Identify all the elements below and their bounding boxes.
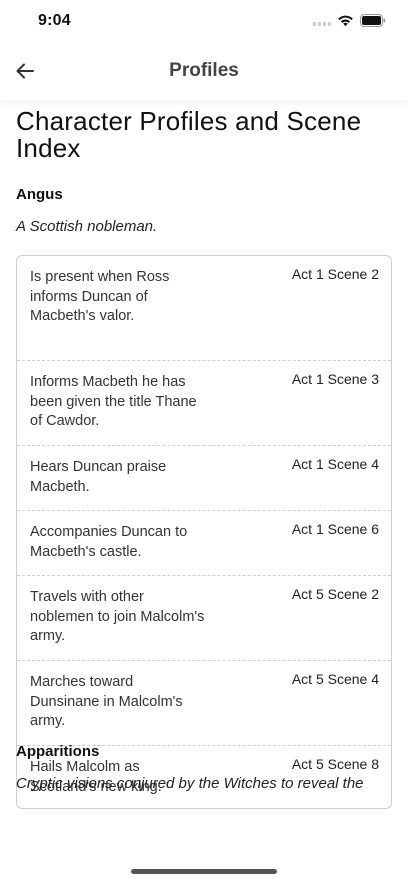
scene-reference: Act 5 Scene 2 (291, 586, 379, 602)
wifi-icon (337, 14, 354, 27)
cellular-signal-icon (313, 16, 331, 26)
status-bar: 9:04 (0, 0, 408, 44)
scene-reference: Act 5 Scene 8 (291, 756, 379, 772)
scene-row[interactable]: Marches toward Dunsinane in Malcolm's ar… (17, 660, 391, 745)
battery-icon (360, 14, 386, 27)
section-name: Apparitions (16, 743, 100, 760)
scene-reference: Act 5 Scene 4 (291, 671, 379, 687)
scene-reference: Act 1 Scene 3 (291, 371, 379, 387)
home-indicator[interactable] (131, 869, 277, 874)
scene-description: Informs Macbeth he has been given the ti… (30, 374, 197, 429)
status-icons (313, 14, 386, 27)
content-scroll[interactable]: Character Profiles and Scene Index Angus… (0, 100, 408, 883)
section-description: Cryptic visions conjured by the Witches … (16, 775, 364, 792)
character-name: Angus (16, 186, 63, 203)
scene-reference: Act 1 Scene 4 (291, 456, 379, 472)
status-time: 9:04 (38, 12, 71, 29)
scene-row[interactable]: Is present when Ross informs Duncan of M… (17, 256, 391, 360)
scene-reference: Act 1 Scene 6 (291, 521, 379, 537)
scene-index-card: Is present when Ross informs Duncan of M… (16, 255, 392, 809)
scene-row[interactable]: Informs Macbeth he has been given the ti… (17, 360, 391, 445)
scene-description: Marches toward Dunsinane in Malcolm's ar… (30, 674, 183, 729)
page-title: Character Profiles and Scene Index (16, 106, 362, 163)
scene-row[interactable]: Hears Duncan praise Macbeth. Act 1 Scene… (17, 445, 391, 510)
navigation-bar: Profiles (0, 44, 408, 100)
scene-row[interactable]: Accompanies Duncan to Macbeth's castle. … (17, 510, 391, 575)
scene-description: Is present when Ross informs Duncan of M… (30, 269, 170, 324)
scene-description: Hears Duncan praise Macbeth. (30, 459, 167, 495)
scene-description: Travels with other noblemen to join Malc… (30, 589, 205, 644)
scene-row[interactable]: Travels with other noblemen to join Malc… (17, 575, 391, 660)
scene-reference: Act 1 Scene 2 (291, 266, 379, 282)
character-description: A Scottish nobleman. (16, 218, 158, 235)
nav-title: Profiles (169, 60, 239, 81)
scene-description: Accompanies Duncan to Macbeth's castle. (30, 524, 188, 560)
